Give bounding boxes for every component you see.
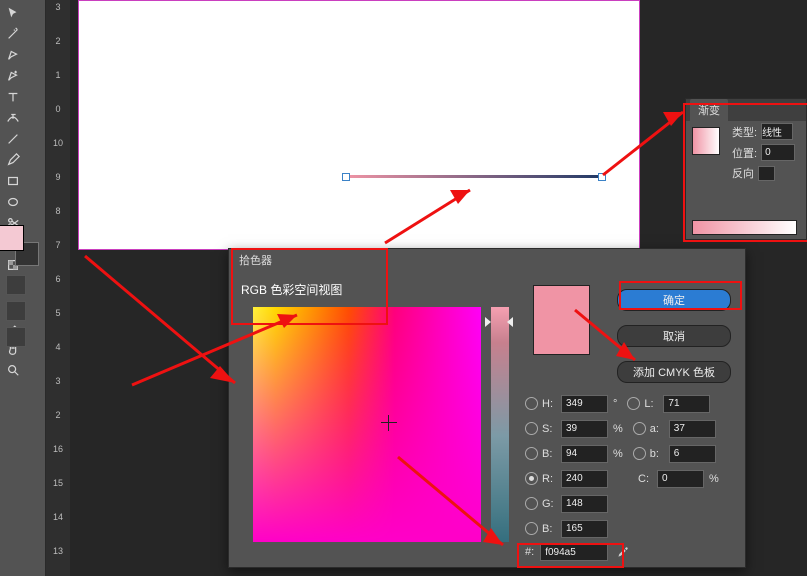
- picker-title: 拾色器: [229, 249, 745, 271]
- ruler-tick: 15: [46, 478, 70, 488]
- c-unit: %: [709, 473, 719, 485]
- direct-select-tool[interactable]: [3, 3, 22, 22]
- ellipse-tool[interactable]: [3, 192, 22, 211]
- gradient-handle-end[interactable]: [598, 173, 606, 181]
- lb-input[interactable]: [669, 445, 716, 463]
- bv-label: B:: [542, 448, 558, 460]
- cancel-button[interactable]: 取消: [617, 325, 731, 347]
- ruler-tick: 13: [46, 546, 70, 556]
- reverse-gradient-icon[interactable]: [758, 166, 775, 181]
- ruler-tick: 9: [46, 172, 70, 182]
- document-canvas[interactable]: [78, 0, 640, 250]
- h-unit: °: [613, 398, 617, 410]
- ruler-tick: 3: [46, 376, 70, 386]
- ruler-tick: 14: [46, 512, 70, 522]
- h-label: H:: [542, 398, 558, 410]
- r-radio[interactable]: [525, 472, 538, 485]
- c-label: C:: [638, 473, 654, 485]
- ruler-tick: 0: [46, 104, 70, 114]
- lb-label: b:: [650, 448, 666, 460]
- eyedropper-icon[interactable]: [614, 544, 630, 560]
- pencil-tool[interactable]: [3, 150, 22, 169]
- position-label: 位置:: [732, 145, 757, 161]
- c-input[interactable]: [657, 470, 704, 488]
- b-input[interactable]: [561, 520, 608, 538]
- gradient-preview[interactable]: [692, 127, 720, 155]
- ruler-tick: 5: [46, 308, 70, 318]
- vertical-ruler: 3 2 1 0 10 9 8 7 6 5 4 3 2 16 15 14 13: [46, 0, 70, 576]
- pen-tool[interactable]: [3, 45, 22, 64]
- h-input[interactable]: [561, 395, 608, 413]
- ruler-tick: 8: [46, 206, 70, 216]
- ruler-tick: 7: [46, 240, 70, 250]
- l-label: L:: [644, 398, 660, 410]
- type-label: 类型:: [732, 124, 757, 140]
- s-unit: %: [613, 423, 623, 435]
- type-path-tool[interactable]: [3, 108, 22, 127]
- ruler-tick: 4: [46, 342, 70, 352]
- container-format-icon[interactable]: [6, 275, 26, 295]
- r-label: R:: [542, 473, 558, 485]
- rectangle-tool[interactable]: [3, 171, 22, 190]
- lb-radio[interactable]: [633, 447, 646, 460]
- a-input[interactable]: [669, 420, 716, 438]
- saturation-value-field[interactable]: [253, 307, 481, 542]
- ruler-tick: 10: [46, 138, 70, 148]
- tool-panel: [0, 0, 46, 576]
- a-label: a:: [650, 423, 666, 435]
- bv-unit: %: [613, 448, 623, 460]
- gradient-ramp[interactable]: [692, 220, 797, 235]
- a-radio[interactable]: [633, 422, 646, 435]
- ruler-tick: 6: [46, 274, 70, 284]
- gradient-panel: 渐变 类型:线性 位置: 反向: [685, 98, 807, 240]
- type-tool[interactable]: [3, 87, 22, 106]
- s-radio[interactable]: [525, 422, 538, 435]
- hue-slider[interactable]: [491, 307, 509, 542]
- r-input[interactable]: [561, 470, 608, 488]
- current-color-swatch: [533, 285, 590, 355]
- hue-pointer-icon[interactable]: [485, 317, 513, 327]
- hex-input[interactable]: [540, 543, 608, 561]
- l-radio[interactable]: [627, 397, 640, 410]
- gradient-position-input[interactable]: [761, 144, 795, 161]
- s-input[interactable]: [561, 420, 608, 438]
- fill-swatch[interactable]: [0, 225, 24, 251]
- bv-input[interactable]: [561, 445, 608, 463]
- bv-radio[interactable]: [525, 447, 538, 460]
- reverse-label: 反向: [732, 165, 754, 181]
- gradient-handle-start[interactable]: [342, 173, 350, 181]
- h-radio[interactable]: [525, 397, 538, 410]
- gradient-tab[interactable]: 渐变: [690, 99, 728, 121]
- hex-label: #:: [525, 546, 534, 558]
- add-anchor-tool[interactable]: [3, 66, 22, 85]
- zoom-tool[interactable]: [3, 360, 22, 379]
- ruler-tick: 2: [46, 36, 70, 46]
- ruler-tick: 1: [46, 70, 70, 80]
- ok-button[interactable]: 确定: [617, 289, 731, 311]
- gradient-bar[interactable]: [345, 175, 600, 178]
- apply-color-icon[interactable]: [6, 301, 26, 321]
- sv-cursor-icon[interactable]: [381, 415, 397, 431]
- g-input[interactable]: [561, 495, 608, 513]
- screen-mode-icon[interactable]: [6, 327, 26, 347]
- b-label: B:: [542, 523, 558, 535]
- gradient-type-select[interactable]: 线性: [761, 123, 793, 140]
- ruler-tick: 2: [46, 410, 70, 420]
- l-input[interactable]: [663, 395, 710, 413]
- g-radio[interactable]: [525, 497, 538, 510]
- ruler-tick: 16: [46, 444, 70, 454]
- b-radio[interactable]: [525, 522, 538, 535]
- color-picker-dialog: 拾色器 RGB 色彩空间视图 确定 取消 添加 CMYK 色板 H:° L: S…: [228, 248, 746, 568]
- s-label: S:: [542, 423, 558, 435]
- g-label: G:: [542, 498, 558, 510]
- line-tool[interactable]: [3, 129, 22, 148]
- magic-wand-tool[interactable]: [3, 24, 22, 43]
- ruler-tick: 3: [46, 2, 70, 12]
- add-cmyk-swatch-button[interactable]: 添加 CMYK 色板: [617, 361, 731, 383]
